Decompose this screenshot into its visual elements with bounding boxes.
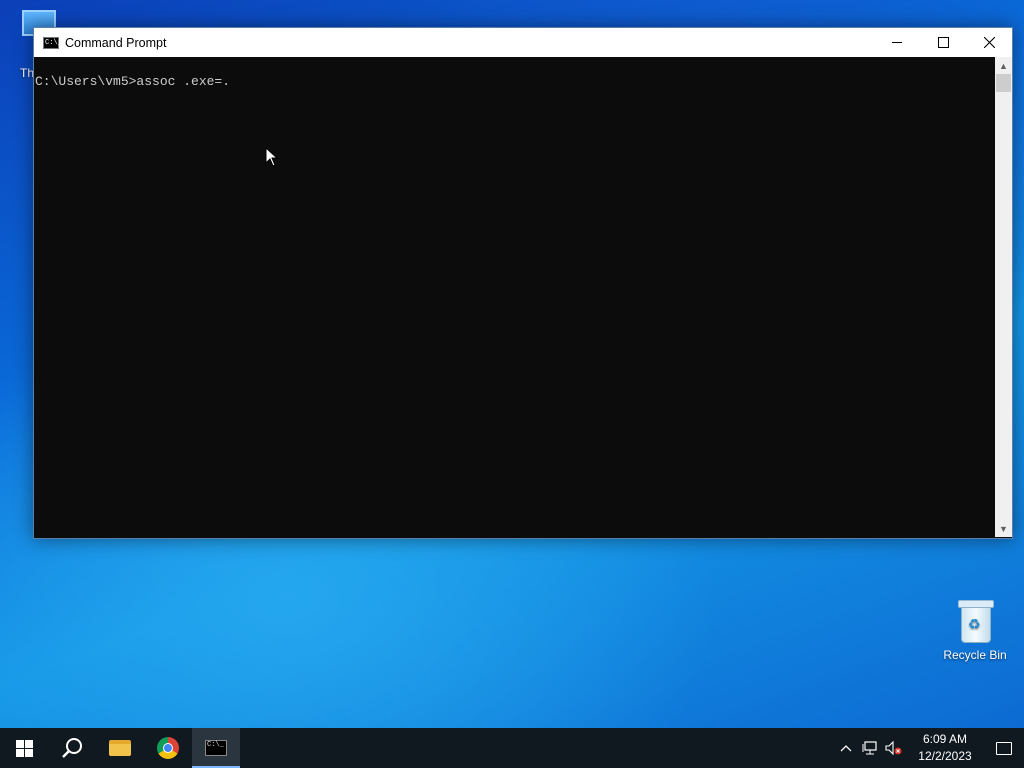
taskbar-file-explorer[interactable] (96, 728, 144, 768)
minimize-icon (892, 42, 902, 43)
close-icon (983, 37, 995, 48)
command-prompt-icon: C:\_ (43, 36, 62, 49)
close-button[interactable] (966, 28, 1012, 57)
window-title: Command Prompt (65, 35, 167, 50)
command-prompt-icon: C:\_ (205, 740, 227, 756)
notification-icon (996, 741, 1012, 755)
clock[interactable]: 6:09 AM 12/2/2023 (910, 731, 980, 765)
windows-start-icon (15, 739, 33, 757)
minimize-button[interactable] (874, 28, 920, 57)
command-prompt-window[interactable]: C:\_ Command Prompt C:\Users\vm5>assoc .… (33, 27, 1013, 539)
vertical-scrollbar[interactable]: ▲ ▼ (995, 57, 1012, 537)
search-button[interactable] (48, 728, 96, 768)
recycle-bin-icon: ♻ (958, 600, 994, 643)
clock-time: 6:09 AM (922, 732, 968, 746)
taskbar-chrome[interactable] (144, 728, 192, 768)
scrollbar-thumb[interactable] (996, 74, 1011, 92)
desktop-icon-recycle-bin[interactable]: ♻ Recycle Bin (940, 600, 1010, 662)
volume-muted-icon[interactable] (882, 728, 906, 768)
console-output[interactable]: C:\Users\vm5>assoc .exe=. (34, 57, 994, 537)
file-explorer-icon (109, 740, 131, 756)
taskbar: C:\_ 6:09 AM 12/2/2023 (0, 728, 1024, 768)
network-icon[interactable] (858, 728, 882, 768)
maximize-button[interactable] (920, 28, 966, 57)
mouse-pointer-icon (265, 147, 279, 167)
action-center-button[interactable] (984, 728, 1024, 768)
maximize-icon (937, 37, 949, 48)
title-bar[interactable]: C:\_ Command Prompt (34, 28, 1012, 57)
scroll-down-arrow-icon[interactable]: ▼ (995, 520, 1012, 537)
search-icon (62, 738, 82, 758)
system-tray: 6:09 AM 12/2/2023 (834, 728, 1024, 768)
chrome-icon (157, 737, 179, 759)
show-hidden-icons-chevron-icon[interactable] (834, 728, 858, 768)
taskbar-command-prompt[interactable]: C:\_ (192, 728, 240, 768)
console-line: C:\Users\vm5>assoc .exe=. (35, 74, 231, 89)
start-button[interactable] (0, 728, 48, 768)
scroll-up-arrow-icon[interactable]: ▲ (995, 57, 1012, 74)
desktop-icon-label: Recycle Bin (943, 648, 1007, 662)
clock-date: 12/2/2023 (918, 749, 972, 763)
